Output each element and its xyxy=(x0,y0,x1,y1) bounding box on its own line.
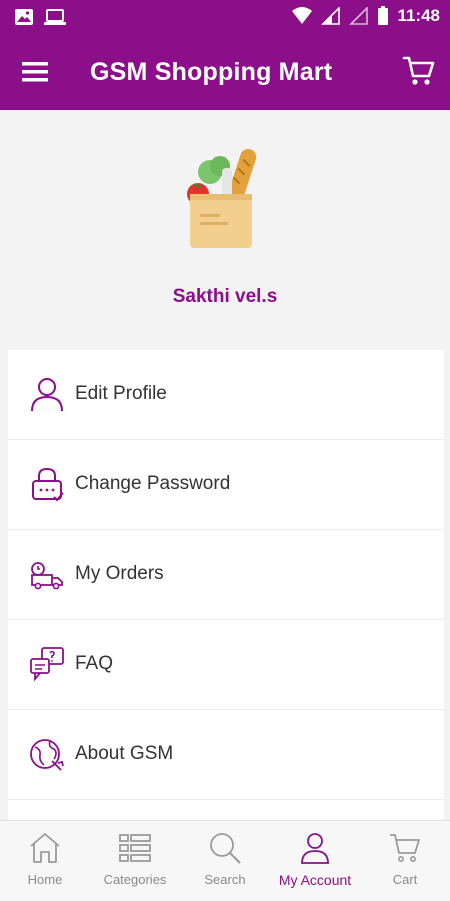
laptop-icon xyxy=(44,9,66,25)
signal-empty-icon xyxy=(349,7,369,25)
app-title: GSM Shopping Mart xyxy=(90,58,333,86)
menu-item-about-gsm[interactable]: About GSM xyxy=(8,710,444,800)
signal-icon xyxy=(321,7,341,25)
cart-icon xyxy=(390,834,420,862)
profile-header: Sakthi vel.s xyxy=(0,110,450,348)
user-name: Sakthi vel.s xyxy=(172,286,278,307)
menu-item-label: My Orders xyxy=(75,563,164,584)
menu-item-faq[interactable]: FAQ xyxy=(8,620,444,710)
grocery-bag-icon xyxy=(187,148,257,248)
nav-item-categories[interactable]: Categories xyxy=(90,821,180,901)
battery-icon xyxy=(378,6,389,25)
account-menu-list: Edit Profile Change Password My Orders F… xyxy=(8,350,444,820)
delivery-truck-icon xyxy=(31,562,63,590)
cart-button[interactable] xyxy=(402,54,436,88)
nav-label: Cart xyxy=(392,872,418,887)
cart-icon xyxy=(402,56,435,85)
hamburger-menu-icon xyxy=(22,62,48,82)
status-bar: 11:48 xyxy=(0,0,450,36)
nav-item-cart[interactable]: Cart xyxy=(360,821,450,901)
home-icon xyxy=(30,833,60,863)
nav-label: Search xyxy=(204,872,246,887)
app-bar: GSM Shopping Mart xyxy=(0,36,450,110)
nav-item-my-account[interactable]: My Account xyxy=(270,821,360,901)
nav-item-home[interactable]: Home xyxy=(0,821,90,901)
search-icon xyxy=(210,833,241,864)
status-right-icons: 11:48 xyxy=(291,6,440,26)
menu-item-label: Edit Profile xyxy=(75,383,167,404)
status-left-icons xyxy=(14,8,66,26)
wifi-icon xyxy=(292,7,313,24)
user-icon xyxy=(301,833,329,864)
menu-item-edit-profile[interactable]: Edit Profile xyxy=(8,350,444,440)
user-icon xyxy=(31,378,63,412)
image-icon xyxy=(15,9,33,25)
faq-icon xyxy=(30,647,64,682)
menu-item-label: About GSM xyxy=(75,743,174,764)
status-time: 11:48 xyxy=(397,6,440,25)
nav-label: Categories xyxy=(103,872,167,887)
lock-icon xyxy=(32,467,64,502)
nav-label: My Account xyxy=(278,872,352,888)
menu-item-label: FAQ xyxy=(75,653,114,674)
menu-item-change-password[interactable]: Change Password xyxy=(8,440,444,530)
list-icon xyxy=(119,834,151,862)
menu-item-my-orders[interactable]: My Orders xyxy=(8,530,444,620)
menu-button[interactable] xyxy=(22,62,48,82)
bottom-nav: Home Categories Search My Account Cart xyxy=(0,820,450,901)
menu-item-label: Change Password xyxy=(75,473,231,494)
nav-item-search[interactable]: Search xyxy=(180,821,270,901)
nav-label: Home xyxy=(27,872,63,887)
globe-icon xyxy=(30,739,64,771)
